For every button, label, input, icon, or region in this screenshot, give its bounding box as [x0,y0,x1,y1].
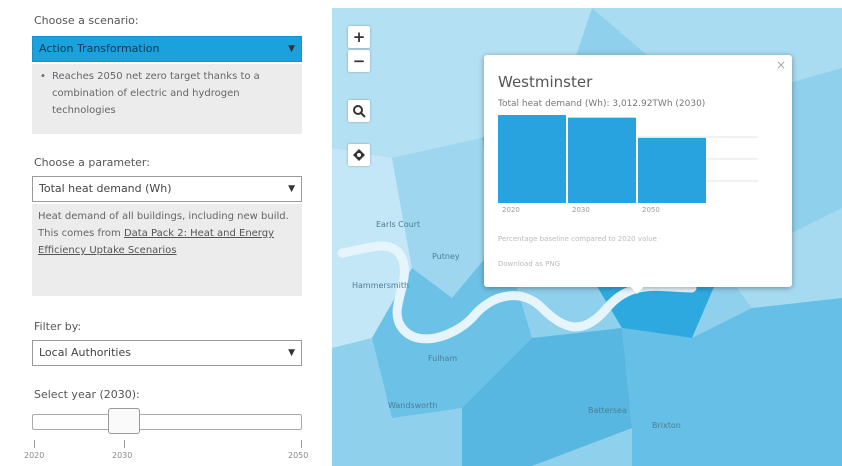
popup-pointer [628,284,646,294]
chart-tick-label: 2030 [572,206,590,214]
year-slider-track[interactable] [32,414,302,430]
slider-tick-label: 2030 [112,451,133,460]
filter-select[interactable]: Local Authorities ▼ [32,340,302,366]
chevron-down-icon: ▼ [288,44,295,54]
chart-tick-label: 2050 [642,206,660,214]
popup-close-button[interactable]: × [776,58,786,72]
place-label: Fulham [428,354,458,363]
popup-bar-chart: 2020 2030 2050 [498,115,758,214]
region-popup: × Westminster Total heat demand (Wh): 3,… [484,55,792,287]
popup-download-link[interactable]: Download as PNG [498,260,560,268]
search-icon[interactable] [348,100,370,122]
chart-bar [568,117,636,203]
chart-bar [638,137,706,203]
place-label: Battersea [588,406,627,415]
place-label: Wandsworth [388,401,438,410]
scenario-description-text: Reaches 2050 net zero target thanks to a… [52,71,260,116]
filter-label: Filter by: [34,320,82,333]
sidebar: Choose a scenario: Action Transformation… [0,0,330,466]
filter-select-value: Local Authorities [39,346,131,359]
parameter-label: Choose a parameter: [34,156,150,169]
year-slider-handle[interactable] [108,408,140,434]
zoom-out-button[interactable]: − [348,50,370,72]
slider-tick [34,440,35,448]
zoom-in-button[interactable]: + [348,26,370,48]
year-label: Select year (2030): [34,388,140,401]
locate-icon[interactable] [348,144,370,166]
place-label: Putney [432,252,460,261]
slider-tick-label: 2050 [288,451,309,460]
parameter-select-value: Total heat demand (Wh) [39,182,172,195]
place-label: Hammersmith [352,281,410,290]
popup-footnote: Percentage baseline compared to 2020 val… [498,235,657,243]
parameter-select[interactable]: Total heat demand (Wh) ▼ [32,176,302,202]
bullet-icon: • [40,71,46,82]
slider-tick [301,440,302,448]
slider-tick-label: 2020 [24,451,45,460]
chart-tick-label: 2020 [502,206,520,214]
scenario-select-value: Action Transformation [39,42,160,55]
chart-bar [498,115,566,203]
parameter-description: Heat demand of all buildings, including … [32,204,302,296]
scenario-select[interactable]: Action Transformation ▼ [32,36,302,62]
chevron-down-icon: ▼ [288,348,295,358]
place-label: Brixton [652,421,681,430]
popup-title: Westminster [498,73,593,91]
scenario-description: • Reaches 2050 net zero target thanks to… [32,64,302,134]
place-label: Earls Court [376,220,421,229]
popup-subtitle: Total heat demand (Wh): 3,012.92TWh (203… [498,99,706,109]
chevron-down-icon: ▼ [288,184,295,194]
scenario-label: Choose a scenario: [34,14,139,27]
slider-tick [124,440,125,448]
